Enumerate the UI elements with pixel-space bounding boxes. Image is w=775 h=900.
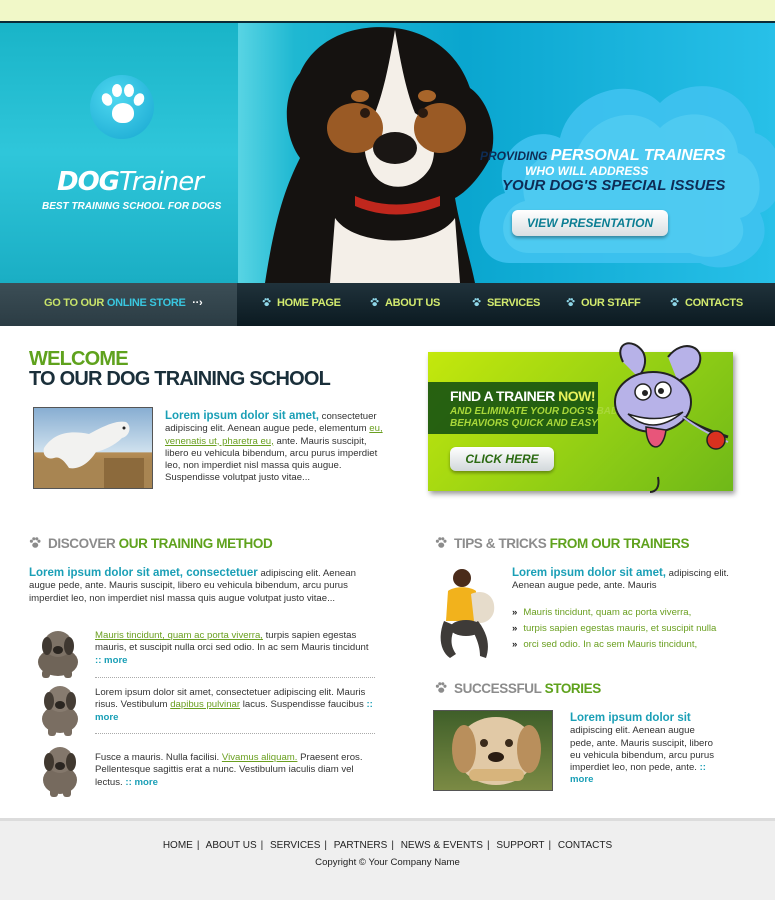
tips-list-item[interactable]: » turpis sapien egestas mauris, et suscip… bbox=[512, 621, 742, 637]
puppy-photo-3 bbox=[43, 747, 77, 797]
footer-link-partners[interactable]: PARTNERS bbox=[334, 840, 388, 851]
site-logo-subtitle: BEST TRAINING SCHOOL FOR DOGS bbox=[42, 201, 222, 212]
footer-link-news[interactable]: NEWS & EVENTS bbox=[401, 840, 483, 851]
story-text: Lorem ipsum dolor sit adipiscing elit. A… bbox=[570, 712, 714, 786]
method-item-1: Mauris tincidunt, quam ac porta viverra,… bbox=[95, 630, 369, 666]
stories-title: SUCCESSFUL STORIES bbox=[435, 681, 601, 696]
find-trainer-banner[interactable]: FIND A TRAINER NOW! AND ELIMINATE YOUR D… bbox=[428, 342, 733, 493]
header-banner: DOGTrainer BEST TRAINING SCHOOL FOR DOGS… bbox=[0, 23, 775, 283]
method-link-2[interactable]: dapibus pulvinar bbox=[170, 699, 240, 710]
method-intro: Lorem ipsum dolor sit amet, consectetuer… bbox=[29, 567, 356, 604]
nav-item-home[interactable]: HOME PAGE bbox=[262, 297, 341, 309]
find-trainer-heading: FIND A TRAINER NOW! bbox=[450, 388, 596, 404]
site-logo-title[interactable]: DOGTrainer bbox=[57, 167, 204, 197]
paw-icon bbox=[262, 298, 271, 307]
footer-link-support[interactable]: SUPPORT bbox=[496, 840, 544, 851]
nav-item-about[interactable]: ABOUT US bbox=[370, 297, 440, 309]
method-item-2: Lorem ipsum dolor sit amet, consectetuer… bbox=[95, 687, 373, 723]
tips-title: TIPS & TRICKS FROM OUR TRAINERS bbox=[435, 536, 690, 551]
puppy-photo-2 bbox=[42, 686, 78, 736]
paw-icon bbox=[670, 298, 679, 307]
double-arrow-icon: » bbox=[512, 607, 518, 618]
method-link-3[interactable]: Vivamus aliquam. bbox=[222, 752, 298, 763]
top-strip bbox=[0, 0, 775, 22]
main-nav: GO TO OUR ONLINE STORE ··› HOME PAGE ABO… bbox=[0, 283, 775, 326]
view-presentation-button[interactable]: VIEW PRESENTATION bbox=[512, 210, 668, 236]
paw-icon bbox=[435, 537, 447, 548]
tips-list-item[interactable]: » orci sed odio. In ac sem Mauris tincidu… bbox=[512, 637, 742, 653]
more-link-3[interactable]: :: more bbox=[125, 777, 158, 788]
paw-logo-icon[interactable] bbox=[90, 75, 154, 139]
paw-icon bbox=[566, 298, 575, 307]
promo-line-1: PROVIDING PERSONAL TRAINERS bbox=[480, 147, 726, 164]
puppy-photo-1 bbox=[38, 631, 78, 678]
click-here-button[interactable]: CLICK HERE bbox=[450, 447, 554, 471]
paw-icon bbox=[370, 298, 379, 307]
promo-line-3: YOUR DOG'S SPECIAL ISSUES bbox=[502, 177, 726, 194]
promo-line-2: WHO WILL ADDRESS bbox=[525, 164, 649, 178]
dog-photo bbox=[265, 27, 494, 283]
online-store-link[interactable]: GO TO OUR ONLINE STORE ··› bbox=[0, 283, 237, 326]
training-method-title: DISCOVER OUR TRAINING METHOD bbox=[29, 536, 273, 551]
double-arrow-icon: » bbox=[512, 639, 518, 650]
old-dog-photo bbox=[433, 710, 553, 791]
nav-item-services[interactable]: SERVICES bbox=[472, 297, 540, 309]
footer-link-services[interactable]: SERVICES bbox=[270, 840, 320, 851]
double-arrow-icon: » bbox=[512, 623, 518, 634]
paw-icon bbox=[29, 537, 41, 548]
footer-link-home[interactable]: HOME bbox=[163, 840, 193, 851]
nav-item-staff[interactable]: OUR STAFF bbox=[566, 297, 641, 309]
footer: HOME | ABOUT US | SERVICES | PARTNERS | NEWS… bbox=[0, 818, 775, 900]
welcome-text: Lorem ipsum dolor sit amet, consectetuer… bbox=[165, 410, 383, 484]
method-item-3: Fusce a mauris. Nulla facilisi. Vivamus … bbox=[95, 752, 363, 788]
online-store-label[interactable]: GO TO OUR ONLINE STORE ··› bbox=[44, 297, 203, 309]
tips-text: Lorem ipsum dolor sit amet, adipiscing e… bbox=[512, 567, 729, 592]
white-dog-photo bbox=[33, 407, 153, 489]
tips-list-item[interactable]: » Mauris tincidunt, quam ac porta viverra… bbox=[512, 605, 742, 621]
divider bbox=[95, 677, 375, 678]
copyright: Copyright © Your Company Name bbox=[315, 857, 460, 868]
logo-panel bbox=[0, 23, 238, 283]
footer-link-about[interactable]: ABOUT US bbox=[206, 840, 257, 851]
more-link-1[interactable]: :: more bbox=[95, 655, 128, 666]
welcome-lead: Lorem ipsum dolor sit amet, bbox=[165, 410, 319, 422]
method-link-1[interactable]: Mauris tincidunt, quam ac porta viverra, bbox=[95, 630, 263, 641]
cartoon-dog-illustration bbox=[614, 342, 729, 493]
tips-list: » Mauris tincidunt, quam ac porta viverra… bbox=[512, 605, 742, 653]
trainer-with-dog-photo bbox=[440, 569, 495, 658]
nav-item-contacts[interactable]: CONTACTS bbox=[670, 297, 743, 309]
footer-links: HOME | ABOUT US | SERVICES | PARTNERS | NEWS… bbox=[162, 840, 613, 851]
arrow-icon: ··› bbox=[192, 297, 203, 309]
paw-icon bbox=[472, 298, 481, 307]
divider bbox=[95, 733, 375, 734]
footer-link-contacts[interactable]: CONTACTS bbox=[558, 840, 612, 851]
welcome-subtitle: TO OUR DOG TRAINING SCHOOL bbox=[29, 368, 331, 390]
paw-icon bbox=[435, 682, 447, 693]
